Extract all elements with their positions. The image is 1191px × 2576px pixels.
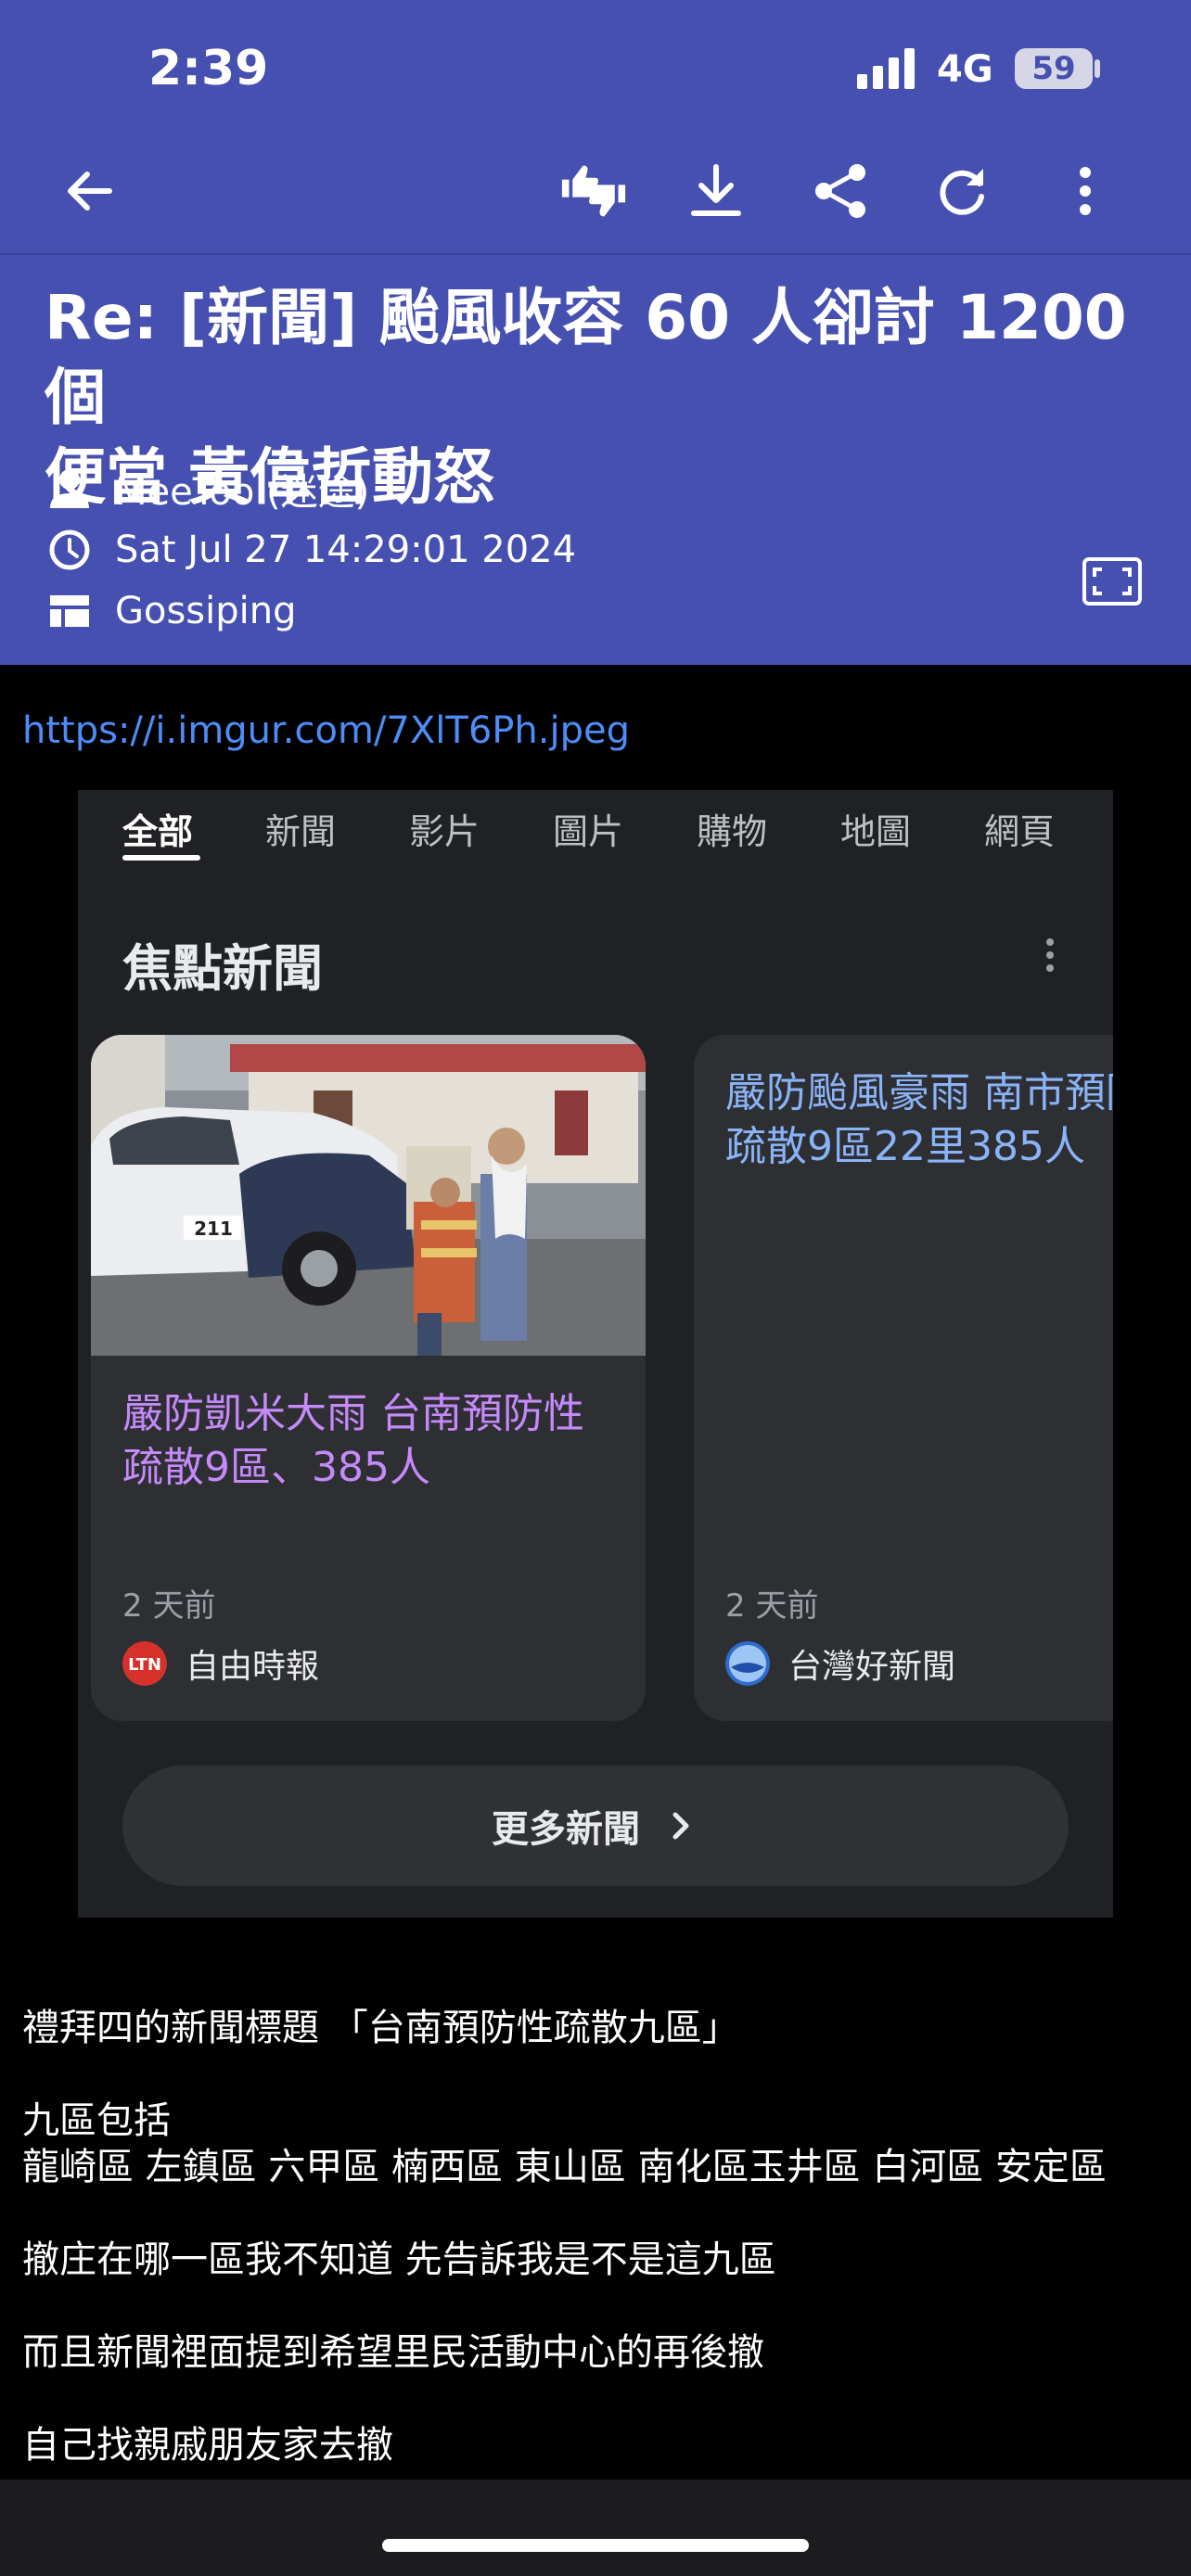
more-news-button[interactable]: 更多新聞 bbox=[122, 1766, 1069, 1886]
tab-shopping[interactable]: 購物 bbox=[697, 803, 767, 854]
body-paragraph: 禮拜四的新聞標題 「台南預防性疏散九區」 bbox=[22, 2007, 739, 2049]
news-card[interactable]: 嚴防颱風豪雨 南市預防性 疏散9區22里385人 2 天前 台灣好新聞 bbox=[694, 1035, 1113, 1721]
source-name: 自由時報 bbox=[186, 1648, 320, 1686]
rate-button[interactable] bbox=[560, 158, 627, 224]
headline-line-2: 疏散9區22里385人 bbox=[725, 1123, 1085, 1170]
clock-icon bbox=[49, 529, 90, 570]
refresh-icon bbox=[940, 169, 984, 215]
imgur-link[interactable]: https://i.imgur.com/7XlT6Ph.jpeg bbox=[22, 709, 630, 752]
news-source: 台灣好新聞 bbox=[725, 1639, 955, 1688]
post-date: Sat Jul 27 14:29:01 2024 bbox=[115, 529, 577, 571]
ltn-logo-icon: LTN bbox=[122, 1641, 167, 1686]
board-name: Gossiping bbox=[115, 590, 297, 632]
body-paragraph: 撤庄在哪一區我不知道 先告訴我是不是這九區 bbox=[22, 2238, 776, 2281]
thumbs-up-down-icon bbox=[561, 165, 626, 217]
more-vert-icon bbox=[1080, 167, 1091, 215]
headline-line-1: 嚴防颱風豪雨 南市預防性 bbox=[725, 1069, 1113, 1116]
news-age: 2 天前 bbox=[122, 1588, 216, 1625]
body-paragraph: 自己找親戚朋友家去撤 bbox=[22, 2424, 393, 2467]
svg-text:LTN: LTN bbox=[128, 1655, 161, 1675]
tab-maps[interactable]: 地圖 bbox=[840, 803, 911, 854]
network-type: 4G bbox=[937, 48, 993, 91]
back-arrow-icon bbox=[68, 172, 112, 210]
cell-signal-icon bbox=[857, 48, 915, 89]
tab-videos[interactable]: 影片 bbox=[409, 803, 480, 854]
embedded-screenshot: 全部 新聞 影片 圖片 購物 地圖 網頁 焦點新聞 211 嚴防凱米大雨 台南預… bbox=[78, 790, 1113, 1918]
status-time: 2:39 bbox=[148, 41, 269, 96]
more-news-label: 更多新聞 bbox=[492, 1808, 640, 1851]
download-icon bbox=[691, 164, 741, 216]
battery-level: 59 bbox=[1031, 50, 1076, 87]
tab-web[interactable]: 網頁 bbox=[984, 803, 1055, 854]
section-menu-icon[interactable] bbox=[1046, 938, 1056, 976]
home-indicator[interactable] bbox=[382, 2539, 809, 2552]
date-row: Sat Jul 27 14:29:01 2024 bbox=[48, 522, 576, 578]
back-button[interactable] bbox=[56, 158, 122, 224]
tab-news[interactable]: 新聞 bbox=[265, 803, 336, 854]
tab-images[interactable]: 圖片 bbox=[553, 803, 623, 854]
download-button[interactable] bbox=[683, 158, 749, 224]
author-name: MeeToo (迷途) bbox=[115, 471, 370, 514]
news-card[interactable]: 211 嚴防凱米大雨 台南預防性 疏散9區、385人 2 天前 LTN 自由時報 bbox=[91, 1035, 646, 1721]
battery-icon: 59 bbox=[1015, 48, 1093, 89]
body-paragraph: 而且新聞裡面提到希望里民活動中心的再後撤 bbox=[22, 2331, 764, 2374]
header-divider bbox=[0, 253, 1191, 255]
fullscreen-icon[interactable] bbox=[1082, 556, 1143, 606]
title-line-1: Re: [新聞] 颱風收容 60 人卻討 1200 個 bbox=[45, 282, 1127, 433]
tab-all[interactable]: 全部 bbox=[122, 803, 193, 854]
person-icon bbox=[50, 469, 89, 508]
news-headline[interactable]: 嚴防颱風豪雨 南市預防性 疏散9區22里385人 bbox=[725, 1066, 1113, 1174]
overflow-menu-button[interactable] bbox=[1052, 158, 1119, 224]
article-header: 2:39 4G 59 Re: [新聞] 颱風收容 60 人卻討 1200 個 便… bbox=[0, 0, 1191, 665]
bottom-bar bbox=[0, 2480, 1191, 2576]
active-tab-indicator bbox=[122, 855, 200, 861]
board-row: Gossiping bbox=[48, 583, 297, 639]
author-row: MeeToo (迷途) bbox=[48, 461, 369, 516]
share-button[interactable] bbox=[807, 158, 874, 224]
news-headline[interactable]: 嚴防凱米大雨 台南預防性 疏散9區、385人 bbox=[122, 1387, 623, 1495]
body-paragraph: 龍崎區 左鎮區 六甲區 楠西區 東山區 南化區玉井區 白河區 安定區 bbox=[22, 2146, 1108, 2188]
news-source: LTN 自由時報 bbox=[122, 1639, 319, 1688]
share-icon bbox=[815, 164, 865, 218]
battery-cap bbox=[1095, 59, 1100, 78]
headline-line-1: 嚴防凱米大雨 台南預防性 bbox=[122, 1390, 584, 1437]
headline-line-2: 疏散9區、385人 bbox=[122, 1444, 430, 1491]
chevron-right-icon bbox=[672, 1812, 689, 1840]
source-name: 台灣好新聞 bbox=[788, 1648, 956, 1686]
car-number: 211 bbox=[194, 1218, 233, 1240]
globe-logo-icon bbox=[725, 1641, 770, 1686]
news-photo: 211 bbox=[91, 1035, 646, 1356]
section-title: 焦點新聞 bbox=[122, 939, 323, 998]
news-age: 2 天前 bbox=[725, 1588, 819, 1625]
board-icon bbox=[50, 595, 89, 627]
refresh-button[interactable] bbox=[929, 158, 996, 224]
search-tabs: 全部 新聞 影片 圖片 購物 地圖 網頁 bbox=[78, 790, 1113, 864]
